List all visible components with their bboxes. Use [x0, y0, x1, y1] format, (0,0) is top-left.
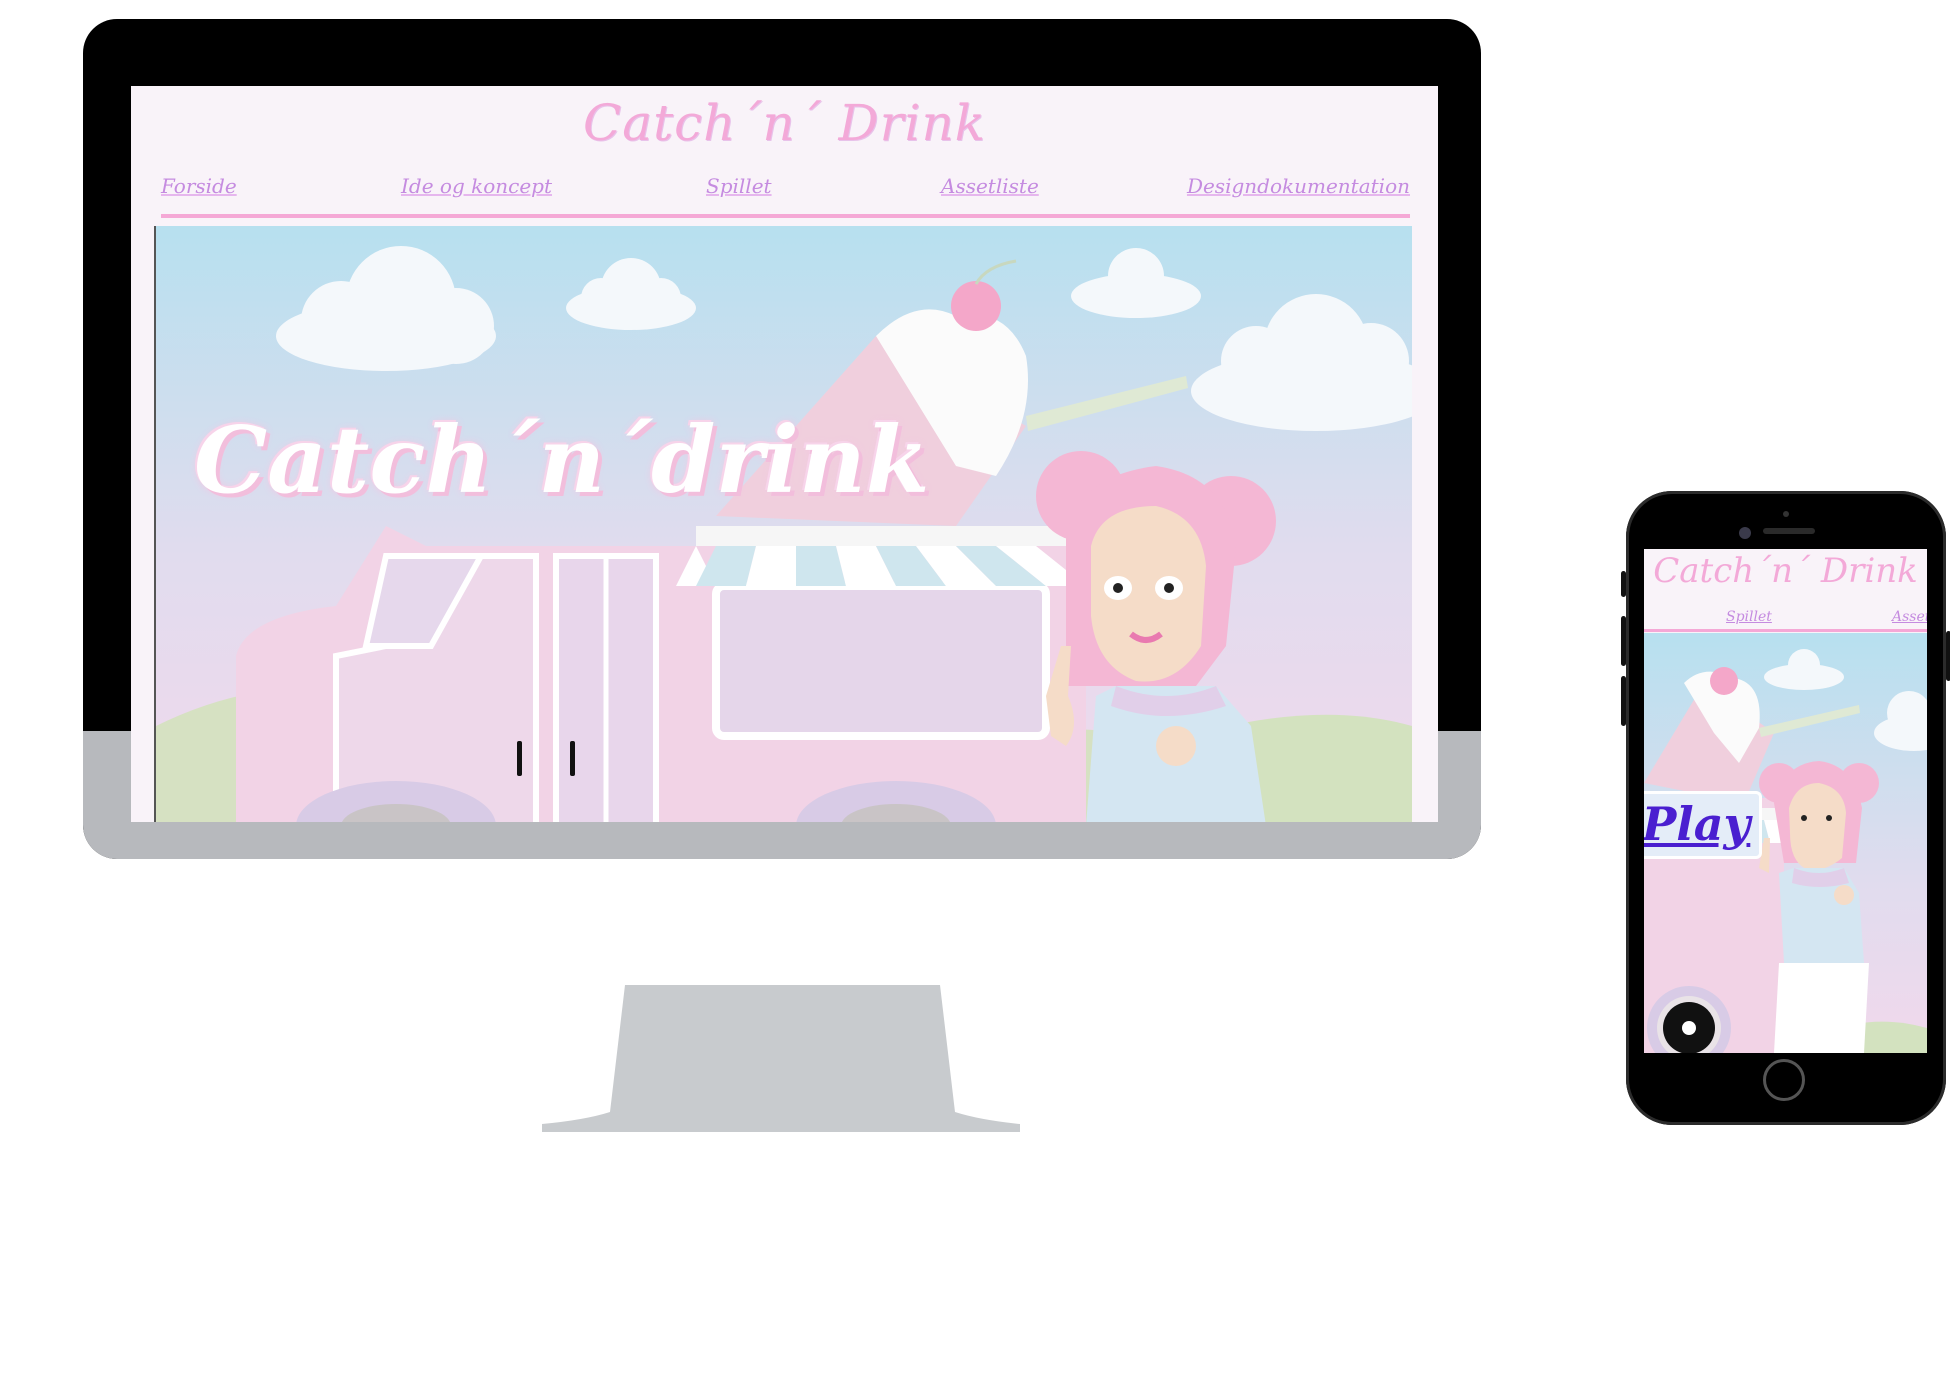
phone-screen: Catch´n´ Drink Spillet Asset Play	[1644, 549, 1927, 1053]
nav-link-designdokumentation[interactable]: Designdokumentation	[1187, 174, 1410, 198]
phone-speaker	[1763, 528, 1815, 534]
phone-power-button	[1946, 631, 1950, 681]
phone-nav: Spillet Asset	[1644, 609, 1927, 632]
main-nav: Forside Ide og koncept Spillet Assetlist…	[161, 174, 1410, 218]
hero-illustration: Catch´n´drink	[154, 226, 1412, 822]
phone-volume-down	[1621, 676, 1626, 726]
nav-link-ide-og-koncept[interactable]: Ide og koncept	[401, 174, 552, 198]
play-button[interactable]: Play	[1644, 791, 1762, 859]
nav-link-forside[interactable]: Forside	[161, 174, 237, 198]
phone-nav-link-spillet[interactable]: Spillet	[1726, 609, 1772, 625]
site-title: Catch´n´ Drink	[583, 94, 986, 152]
home-button[interactable]	[1763, 1059, 1805, 1101]
camera-icon	[1739, 527, 1751, 539]
desktop-screen: Catch´n´ Drink Forside Ide og koncept Sp…	[131, 86, 1438, 822]
phone-sensor	[1783, 511, 1789, 517]
phone-device: Catch´n´ Drink Spillet Asset Play	[1621, 491, 1950, 1125]
nav-link-spillet[interactable]: Spillet	[706, 174, 772, 198]
nav-link-assetliste[interactable]: Assetliste	[941, 174, 1039, 198]
phone-volume-up	[1621, 616, 1626, 666]
phone-nav-link-asset[interactable]: Asset	[1892, 609, 1927, 625]
desktop-monitor: Catch´n´ Drink Forside Ide og koncept Sp…	[83, 19, 1481, 859]
awning	[676, 526, 1086, 586]
phone-mute-switch	[1621, 571, 1626, 597]
phone-site-title: Catch´n´ Drink	[1653, 551, 1918, 591]
phone-hero-illustration: Play	[1644, 633, 1927, 1053]
hero-title: Catch´n´drink	[194, 406, 930, 514]
